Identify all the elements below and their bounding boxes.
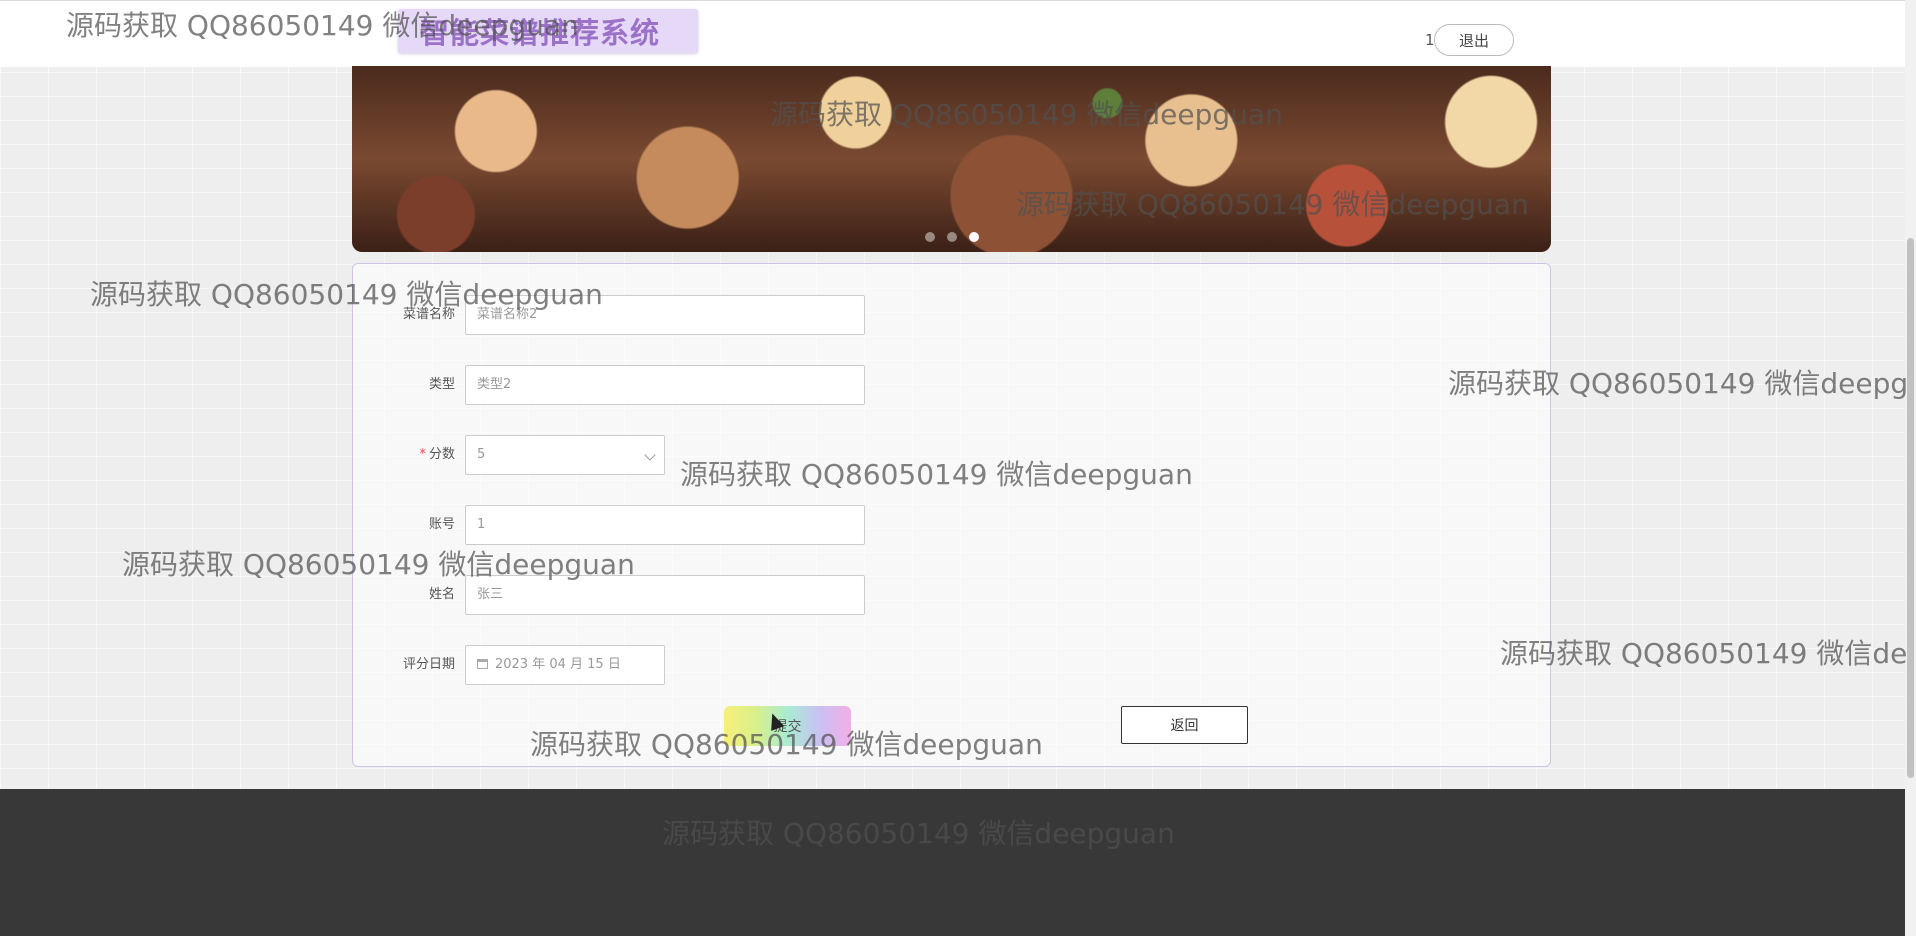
field-label: 姓名 (428, 587, 455, 602)
field-label: 类型 (428, 377, 455, 392)
carousel-dot[interactable] (924, 232, 935, 242)
site-title[interactable]: 智能菜谱推荐系统 (398, 9, 698, 53)
chevron-down-icon (644, 449, 656, 461)
type-input[interactable]: 类型2 (465, 365, 865, 405)
watermark-text: 源码获取 QQ86050149 微信de (1500, 637, 1908, 670)
field-label: 账号 (428, 517, 455, 532)
scrollbar-thumb[interactable] (1907, 238, 1914, 778)
field-label: 菜谱名称 (402, 307, 455, 322)
score-select[interactable]: 5 (465, 435, 665, 475)
form-row-account: 账号 1 (353, 505, 873, 545)
banner-carousel (352, 66, 1551, 252)
submit-button[interactable]: 提交 (724, 706, 851, 746)
field-label: * 分数 (353, 435, 455, 475)
carousel-dot[interactable] (946, 232, 957, 242)
rating-date-value: 2023 年 04 月 15 日 (495, 657, 621, 672)
top-navbar: 智能菜谱推荐系统 1 退出 (0, 0, 1905, 67)
page-footer (0, 789, 1905, 936)
vertical-scrollbar[interactable] (1905, 0, 1916, 936)
field-label-text: 分数 (428, 447, 455, 462)
form-row-recipe-name: 菜谱名称 菜谱名称2 (353, 295, 873, 335)
rating-date-picker[interactable]: 2023 年 04 月 15 日 (465, 645, 665, 685)
required-star: * (419, 447, 426, 462)
recipe-name-input[interactable]: 菜谱名称2 (465, 295, 865, 335)
form-row-name: 姓名 张三 (353, 575, 873, 615)
form-row-type: 类型 类型2 (353, 365, 873, 405)
account-input[interactable]: 1 (465, 505, 865, 545)
carousel-dot-active[interactable] (968, 232, 979, 242)
rating-form: 菜谱名称 菜谱名称2 类型 类型2 * 分数 5 账号 1 姓名 张三 评分日期 … (352, 263, 1551, 767)
form-row-date: 评分日期 2023 年 04 月 15 日 (353, 645, 873, 685)
carousel-indicators (352, 232, 1551, 242)
score-select-value: 5 (477, 447, 486, 462)
field-label: 评分日期 (402, 657, 455, 672)
name-input[interactable]: 张三 (465, 575, 865, 615)
form-row-score: * 分数 5 (353, 435, 873, 475)
back-button[interactable]: 返回 (1121, 706, 1248, 744)
logout-button[interactable]: 退出 (1434, 24, 1514, 56)
calendar-icon (477, 659, 488, 669)
